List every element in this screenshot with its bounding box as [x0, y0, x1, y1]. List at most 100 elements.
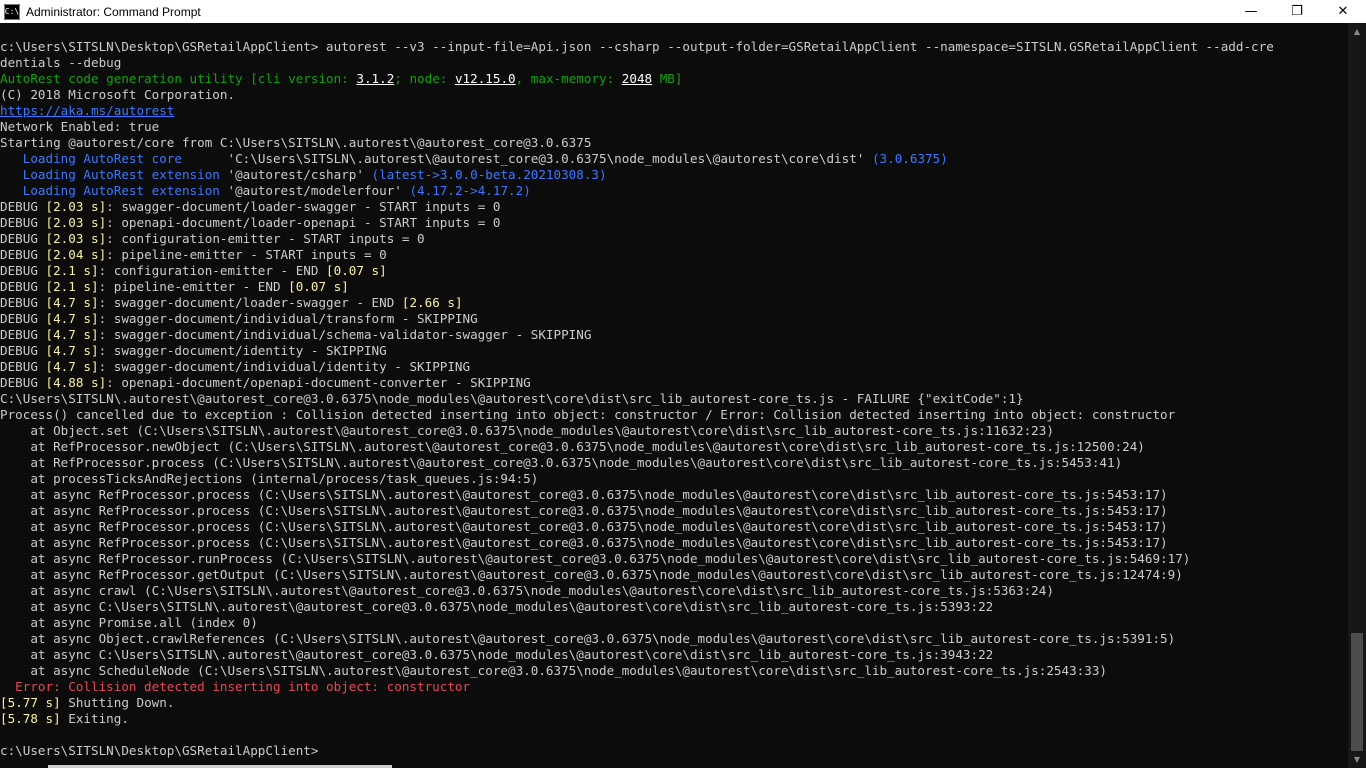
- stack-line: at async C:\Users\SITSLN\.autorest\@auto…: [0, 599, 994, 614]
- debug-time: [4.7 s]: [45, 343, 99, 358]
- loading-version: (3.0.6375): [864, 151, 948, 166]
- debug-label: DEBUG: [0, 343, 46, 358]
- prompt-line[interactable]: c:\Users\SITSLN\Desktop\GSRetailAppClien…: [0, 743, 1348, 759]
- debug-label: DEBUG: [0, 263, 46, 278]
- autorest-link[interactable]: https://aka.ms/autorest: [0, 103, 1348, 119]
- stack-line: at async crawl (C:\Users\SITSLN\.autores…: [0, 583, 1054, 598]
- console-output[interactable]: c:\Users\SITSLN\Desktop\GSRetailAppClien…: [0, 23, 1348, 768]
- debug-label: DEBUG: [0, 295, 46, 310]
- debug-message: : swagger-document/loader-swagger - STAR…: [106, 199, 501, 214]
- debug-line: DEBUG [2.1 s]: configuration-emitter - E…: [0, 263, 1348, 279]
- stack-line: at async Promise.all (index 0): [0, 615, 258, 630]
- stack-line: at RefProcessor.newObject (C:\Users\SITS…: [0, 439, 1145, 454]
- loading-line: Loading AutoRest core 'C:\Users\SITSLN\.…: [0, 151, 1348, 167]
- failure-line: C:\Users\SITSLN\.autorest\@autorest_core…: [0, 391, 1024, 406]
- node-version: v12.15.0: [454, 71, 516, 86]
- shutdown-message: Shutting Down.: [60, 695, 175, 710]
- command-line-cont: dentials --debug: [0, 55, 122, 70]
- error-line: Error: Collision detected inserting into…: [0, 679, 471, 694]
- loading-prefix: Loading: [0, 151, 84, 166]
- debug-message: : swagger-document/individual/schema-val…: [98, 327, 592, 342]
- debug-line: DEBUG [4.7 s]: swagger-document/individu…: [0, 359, 1348, 375]
- banner-mem-label: , max-memory:: [515, 71, 622, 86]
- minimize-icon[interactable]: —: [1228, 0, 1274, 23]
- loading-name: AutoRest extension: [83, 183, 220, 198]
- debug-line: DEBUG [2.03 s]: swagger-document/loader-…: [0, 199, 1348, 215]
- stack-line: at async RefProcessor.process (C:\Users\…: [0, 535, 1168, 550]
- shutdown-line: [5.77 s] Shutting Down.: [0, 695, 1348, 711]
- loading-version: (4.17.2->4.17.2): [401, 183, 531, 198]
- shutdown-lines: [5.77 s] Shutting Down. [5.78 s] Exiting.: [0, 695, 1348, 727]
- debug-message: : swagger-document/identity - SKIPPING: [98, 343, 387, 358]
- stack-line: at RefProcessor.process (C:\Users\SITSLN…: [0, 455, 1123, 470]
- maximize-icon[interactable]: ❐: [1274, 0, 1320, 23]
- debug-time: [4.7 s]: [45, 311, 99, 326]
- vertical-scrollbar[interactable]: ▲ ▼: [1348, 23, 1366, 768]
- debug-message: : swagger-document/loader-swagger - END: [98, 295, 402, 310]
- banner-cli-label: [cli version:: [242, 71, 357, 86]
- stack-line: at async Object.crawlReferences (C:\User…: [0, 631, 1176, 646]
- debug-label: DEBUG: [0, 327, 46, 342]
- stack-line: at async RefProcessor.runProcess (C:\Use…: [0, 551, 1191, 566]
- scroll-down-icon[interactable]: ▼: [1348, 751, 1366, 768]
- debug-line: DEBUG [4.7 s]: swagger-document/identity…: [0, 343, 1348, 359]
- loading-line: Loading AutoRest extension '@autorest/cs…: [0, 167, 1348, 183]
- debug-message: : openapi-document/loader-openapi - STAR…: [106, 215, 501, 230]
- loading-version: (latest->3.0.0-beta.20210308.3): [363, 167, 607, 182]
- stack-line: at async ScheduleNode (C:\Users\SITSLN\.…: [0, 663, 1107, 678]
- shutdown-time: [5.78 s]: [0, 711, 61, 726]
- copyright-line: (C) 2018 Microsoft Corporation.: [0, 87, 236, 102]
- loading-prefix: Loading: [0, 167, 84, 182]
- command-line: c:\Users\SITSLN\Desktop\GSRetailAppClien…: [0, 39, 1274, 54]
- debug-time: [4.7 s]: [45, 295, 99, 310]
- stack-line: at async RefProcessor.process (C:\Users\…: [0, 519, 1168, 534]
- stack-line: at async C:\Users\SITSLN\.autorest\@auto…: [0, 647, 994, 662]
- process-cancel-line: Process() cancelled due to exception : C…: [0, 407, 1176, 422]
- max-memory-value: 2048: [621, 71, 653, 86]
- loading-prefix: Loading: [0, 183, 84, 198]
- debug-message: : pipeline-emitter - START inputs = 0: [106, 247, 387, 262]
- loading-pad: [182, 151, 228, 166]
- debug-label: DEBUG: [0, 311, 46, 326]
- stack-line: at async RefProcessor.getOutput (C:\User…: [0, 567, 1183, 582]
- banner-line: AutoRest code generation utility [cli ve…: [0, 71, 1348, 87]
- debug-duration: [0.07 s]: [326, 263, 387, 278]
- debug-line: DEBUG [4.7 s]: swagger-document/loader-s…: [0, 295, 1348, 311]
- loading-path: '@autorest/csharp': [227, 167, 364, 182]
- banner-mem-unit: MB]: [652, 71, 683, 86]
- debug-label: DEBUG: [0, 215, 46, 230]
- close-icon[interactable]: ✕: [1320, 0, 1366, 23]
- shutdown-line: [5.78 s] Exiting.: [0, 711, 1348, 727]
- debug-time: [2.1 s]: [45, 263, 99, 278]
- loading-path: 'C:\Users\SITSLN\.autorest\@autorest_cor…: [227, 151, 865, 166]
- debug-line: DEBUG [2.04 s]: pipeline-emitter - START…: [0, 247, 1348, 263]
- debug-label: DEBUG: [0, 247, 46, 262]
- loading-line: Loading AutoRest extension '@autorest/mo…: [0, 183, 1348, 199]
- cli-version: 3.1.2: [356, 71, 395, 86]
- debug-line: DEBUG [4.88 s]: openapi-document/openapi…: [0, 375, 1348, 391]
- debug-duration: [0.07 s]: [288, 279, 349, 294]
- debug-lines: DEBUG [2.03 s]: swagger-document/loader-…: [0, 199, 1348, 391]
- debug-message: : pipeline-emitter - END: [98, 279, 289, 294]
- debug-message: : swagger-document/individual/identity -…: [98, 359, 471, 374]
- window-title: Administrator: Command Prompt: [26, 4, 201, 19]
- debug-label: DEBUG: [0, 231, 46, 246]
- loading-name: AutoRest extension: [83, 167, 220, 182]
- stack-line: at Object.set (C:\Users\SITSLN\.autorest…: [0, 423, 1054, 438]
- scrollbar-thumb[interactable]: [1351, 633, 1363, 751]
- debug-duration: [2.66 s]: [401, 295, 463, 310]
- shutdown-message: Exiting.: [60, 711, 129, 726]
- loading-name: AutoRest core: [83, 151, 182, 166]
- starting-line: Starting @autorest/core from C:\Users\SI…: [0, 135, 592, 150]
- window-controls: — ❐ ✕: [1228, 0, 1366, 23]
- network-line: Network Enabled: true: [0, 119, 160, 134]
- debug-label: DEBUG: [0, 199, 46, 214]
- debug-line: DEBUG [4.7 s]: swagger-document/individu…: [0, 327, 1348, 343]
- title-bar[interactable]: C:\ Administrator: Command Prompt — ❐ ✕: [0, 0, 1366, 23]
- banner-name: AutoRest code generation utility: [0, 71, 243, 86]
- scroll-up-icon[interactable]: ▲: [1348, 23, 1366, 40]
- debug-message: : swagger-document/individual/transform …: [98, 311, 478, 326]
- stack-line: at async RefProcessor.process (C:\Users\…: [0, 487, 1168, 502]
